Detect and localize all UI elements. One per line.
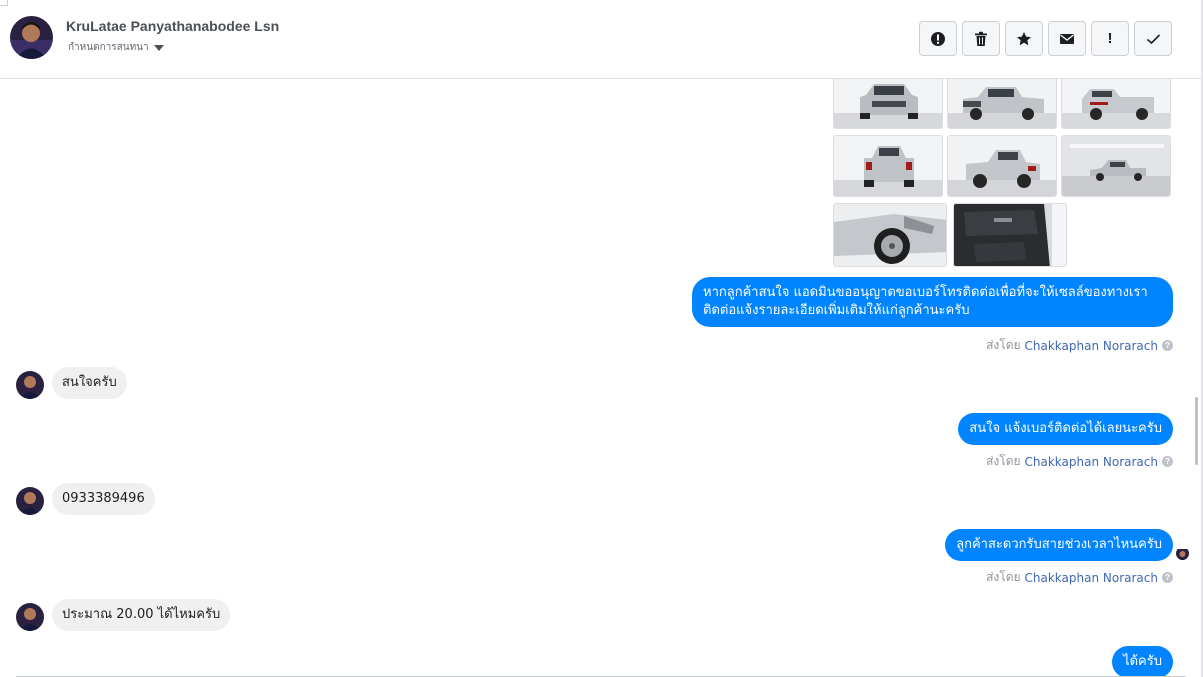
avatar[interactable] (16, 603, 44, 631)
pickup-rear-photo[interactable] (833, 135, 943, 197)
conversation-options-label: กำหนดการสนทนา (68, 42, 149, 53)
pickup-door-interior-photo[interactable] (953, 203, 1067, 267)
pickup-rear-angle-photo[interactable] (1061, 74, 1171, 129)
star-icon (1017, 31, 1031, 45)
sent-by-label: ส่งโดย Chakkaphan Norarach ? (986, 452, 1173, 471)
pickup-side-photo[interactable] (1061, 135, 1171, 197)
checkmark-icon (1146, 33, 1160, 44)
trash-icon (975, 31, 987, 46)
conversation-header: KruLatae Panyathanabodee Lsn กำหนดการสนท… (0, 0, 1201, 79)
incoming-message-bubble[interactable]: 0933389496 (52, 483, 155, 515)
sent-by-prefix: ส่งโดย (986, 570, 1021, 584)
avatar[interactable] (10, 16, 53, 59)
pickup-front-photo[interactable] (833, 74, 943, 129)
star-button[interactable] (1005, 21, 1043, 56)
pickup-wheel-closeup-photo[interactable] (833, 203, 947, 267)
mark-unread-button[interactable] (1048, 21, 1086, 56)
agent-name-link[interactable]: Chakkaphan Norarach (1025, 455, 1158, 469)
caret-down-icon (153, 44, 164, 51)
outgoing-message-bubble[interactable]: ได้ครับ (1112, 646, 1173, 677)
sent-by-label: ส่งโดย Chakkaphan Norarach ? (986, 336, 1173, 355)
help-icon[interactable]: ? (1162, 456, 1173, 467)
delete-button[interactable] (962, 21, 1000, 56)
incoming-message-bubble[interactable]: สนใจครับ (52, 367, 127, 399)
sent-by-prefix: ส่งโดย (986, 454, 1021, 468)
help-icon[interactable]: ? (1162, 340, 1173, 351)
sent-by-prefix: ส่งโดย (986, 338, 1021, 352)
alert-circle-icon (931, 31, 945, 46)
pickup-rear-three-quarter-photo[interactable] (947, 135, 1057, 197)
agent-name-link[interactable]: Chakkaphan Norarach (1025, 339, 1158, 353)
conversation-toolbar: ! (919, 21, 1172, 56)
outgoing-message-bubble[interactable]: หากลูกค้าสนใจ แอดมินขออนุญาตขอเบอร์โทรติ… (692, 277, 1173, 327)
avatar[interactable] (16, 487, 44, 515)
pickup-front-angle-photo[interactable] (947, 74, 1057, 129)
envelope-icon (1060, 33, 1074, 44)
incoming-message-bubble[interactable]: ประมาณ 20.00 ได้ไหมครับ (52, 599, 231, 631)
conversation-options-dropdown[interactable]: กำหนดการสนทนา (68, 40, 164, 55)
mark-spam-button[interactable] (919, 21, 957, 56)
help-icon[interactable]: ? (1162, 572, 1173, 583)
exclamation-icon: ! (1107, 30, 1113, 47)
avatar[interactable] (16, 371, 44, 399)
corner-divider (0, 0, 8, 6)
outgoing-message-bubble[interactable]: สนใจ แจ้งเบอร์ติดต่อได้เลยนะครับ (958, 413, 1173, 445)
messenger-conversation-view: KruLatae Panyathanabodee Lsn กำหนดการสนท… (0, 0, 1203, 677)
scrollbar-thumb[interactable] (1195, 397, 1198, 465)
sent-by-label: ส่งโดย Chakkaphan Norarach ? (986, 568, 1173, 587)
seen-indicator-avatar (1176, 547, 1189, 560)
follow-up-button[interactable]: ! (1091, 21, 1129, 56)
mark-done-button[interactable] (1134, 21, 1172, 56)
outgoing-message-bubble[interactable]: ลูกค้าสะดวกรับสายช่วงเวลาไหนครับ (945, 529, 1173, 561)
contact-name[interactable]: KruLatae Panyathanabodee Lsn (66, 18, 279, 34)
agent-name-link[interactable]: Chakkaphan Norarach (1025, 571, 1158, 585)
